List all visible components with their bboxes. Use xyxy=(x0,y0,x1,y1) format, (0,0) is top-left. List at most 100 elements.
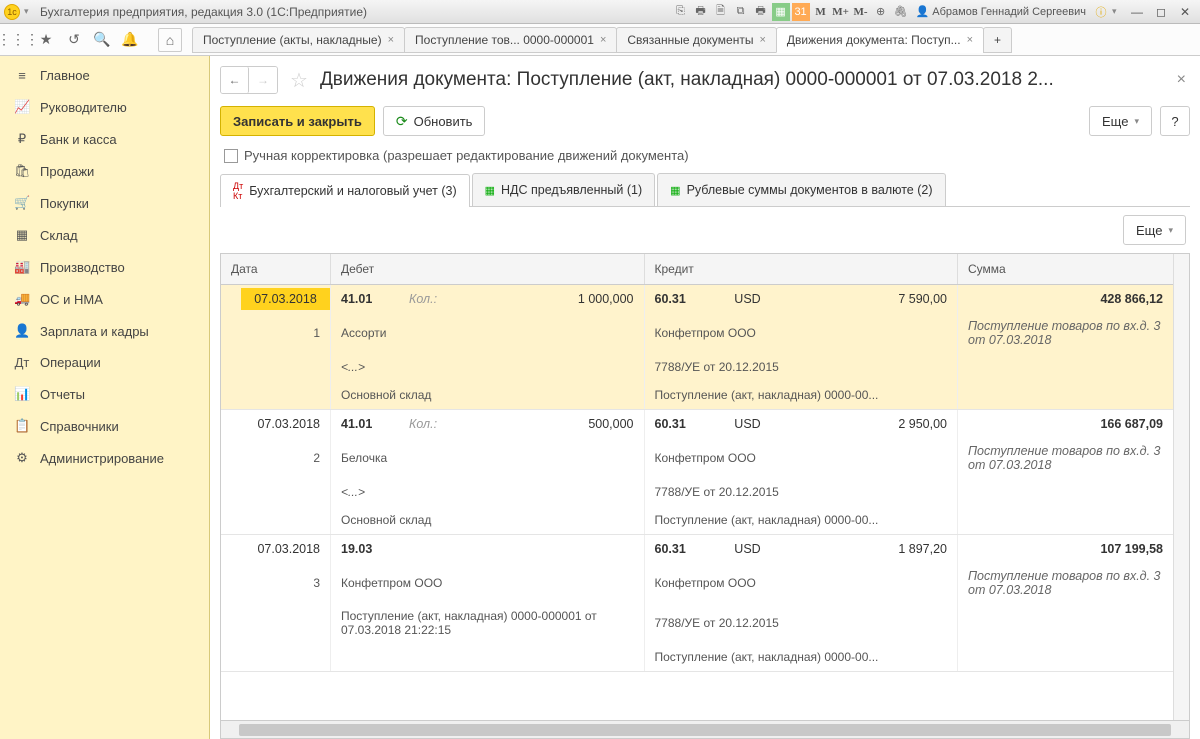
bell-icon[interactable]: 🔔 xyxy=(118,28,142,52)
col-credit[interactable]: Кредит xyxy=(645,254,959,284)
new-tab-button[interactable]: + xyxy=(983,27,1012,53)
forward-button[interactable]: → xyxy=(249,67,277,93)
manual-edit-checkbox[interactable] xyxy=(224,149,238,163)
page-title: Движения документа: Поступление (акт, на… xyxy=(320,69,1167,91)
save-close-button[interactable]: Записать и закрыть xyxy=(220,106,375,136)
sidebar-icon: 🏭 xyxy=(14,259,30,275)
sidebar-label: Справочники xyxy=(40,419,119,434)
link-icon[interactable]: 🖇 xyxy=(892,3,910,21)
sidebar-label: Банк и касса xyxy=(40,132,117,147)
sidebar-label: Отчеты xyxy=(40,387,85,402)
close-tab-icon[interactable]: × xyxy=(600,34,606,46)
home-icon[interactable]: ⌂ xyxy=(158,28,182,52)
sidebar-icon: 🛒 xyxy=(14,195,30,211)
refresh-icon: ⟳ xyxy=(396,113,408,130)
sidebar-label: Руководителю xyxy=(40,100,127,115)
sidebar-label: Операции xyxy=(40,355,101,370)
register-tab[interactable]: ▦НДС предъявленный (1) xyxy=(472,173,656,206)
print-icon[interactable]: 🖶 xyxy=(692,3,710,21)
sidebar-icon: 📈 xyxy=(14,99,30,115)
accounting-grid: Дата Дебет Кредит Сумма 07.03.2018 41.01… xyxy=(220,253,1190,739)
current-user[interactable]: 👤Абрамов Геннадий Сергеевич xyxy=(912,5,1090,18)
m-button[interactable]: M xyxy=(812,3,830,21)
help-button[interactable]: ? xyxy=(1160,106,1190,136)
compare-icon[interactable]: ⧉ xyxy=(732,3,750,21)
document-tab[interactable]: Поступление (акты, накладные)× xyxy=(192,27,405,53)
info-dropdown[interactable]: ▾ xyxy=(1112,6,1124,17)
grid-more-button[interactable]: Еще▾ xyxy=(1123,215,1186,245)
sidebar-item[interactable]: ⚙ Администрирование xyxy=(0,442,209,474)
sidebar-label: Производство xyxy=(40,260,125,275)
close-tab-icon[interactable]: × xyxy=(388,34,394,46)
calendar-icon[interactable]: 31 xyxy=(792,3,810,21)
back-button[interactable]: ← xyxy=(221,67,249,93)
grid-row[interactable]: 07.03.2018 41.01Кол.:1 000,000 60.31USD7… xyxy=(221,285,1173,410)
main-content: ← → ☆ Движения документа: Поступление (а… xyxy=(210,56,1200,739)
grid-row[interactable]: 07.03.2018 19.03 60.31USD1 897,20 107 19… xyxy=(221,535,1173,672)
sidebar-label: Склад xyxy=(40,228,78,243)
sidebar-icon: 📋 xyxy=(14,418,30,434)
sidebar-label: Главное xyxy=(40,68,90,83)
document-tab[interactable]: Движения документа: Поступ...× xyxy=(776,27,984,53)
sidebar-icon: ₽ xyxy=(14,131,30,147)
app-title: Бухгалтерия предприятия, редакция 3.0 (1… xyxy=(40,5,367,19)
sidebar-icon: 🚚 xyxy=(14,291,30,307)
document-tab[interactable]: Связанные документы× xyxy=(616,27,777,53)
col-debit[interactable]: Дебет xyxy=(331,254,645,284)
vertical-scrollbar[interactable] xyxy=(1173,254,1189,720)
zoom-icon[interactable]: ⊕ xyxy=(872,3,890,21)
sidebar-item[interactable]: ▦ Склад xyxy=(0,219,209,251)
m-minus-button[interactable]: M- xyxy=(852,3,870,21)
sidebar-item[interactable]: 👤Зарплата и кадры xyxy=(0,315,209,347)
app-menu-dropdown[interactable]: ▾ xyxy=(24,6,36,17)
sidebar-item[interactable]: 🛍Продажи xyxy=(0,155,209,187)
horizontal-scrollbar[interactable] xyxy=(221,720,1189,738)
close-page-button[interactable]: × xyxy=(1173,71,1190,89)
document-tab[interactable]: Поступление тов... 0000-000001× xyxy=(404,27,617,53)
search-icon[interactable]: 🔍 xyxy=(90,28,114,52)
sidebar-item[interactable]: ДтОперации xyxy=(0,347,209,378)
grid-row[interactable]: 07.03.2018 41.01Кол.:500,000 60.31USD2 9… xyxy=(221,410,1173,535)
sidebar-item[interactable]: ₽ Банк и касса xyxy=(0,123,209,155)
history-icon[interactable]: ↺ xyxy=(62,28,86,52)
close-tab-icon[interactable]: × xyxy=(967,34,973,46)
sidebar-item[interactable]: 🏭 Производство xyxy=(0,251,209,283)
sidebar-item[interactable]: 📊Отчеты xyxy=(0,378,209,410)
doc-icon[interactable]: 🗎 xyxy=(712,3,730,21)
register-tab[interactable]: ▦Рублевые суммы документов в валюте (2) xyxy=(657,173,945,206)
calc-icon[interactable]: ▦ xyxy=(772,3,790,21)
sidebar-item[interactable]: 📋 Справочники xyxy=(0,410,209,442)
manual-edit-label: Ручная корректировка (разрешает редактир… xyxy=(244,148,689,163)
sidebar-item[interactable]: ≡Главное xyxy=(0,60,209,91)
register-tab[interactable]: ДтКтБухгалтерский и налоговый учет (3) xyxy=(220,174,470,207)
m-plus-button[interactable]: M+ xyxy=(832,3,850,21)
refresh-button[interactable]: ⟳Обновить xyxy=(383,106,486,136)
sidebar-icon: ▦ xyxy=(14,227,30,243)
sidebar-icon: ⚙ xyxy=(14,450,30,466)
star-icon[interactable]: ★ xyxy=(34,28,58,52)
close-tab-icon[interactable]: × xyxy=(759,34,765,46)
toolbar-icon[interactable]: ⎘ xyxy=(672,3,690,21)
grid-header: Дата Дебет Кредит Сумма xyxy=(221,254,1173,285)
sidebar-item[interactable]: 📈 Руководителю xyxy=(0,91,209,123)
printer-icon[interactable]: 🖶 xyxy=(752,3,770,21)
col-sum[interactable]: Сумма xyxy=(958,254,1173,284)
sidebar-item[interactable]: 🛒 Покупки xyxy=(0,187,209,219)
sidebar-label: ОС и НМА xyxy=(40,292,103,307)
window-titlebar: 1c ▾ Бухгалтерия предприятия, редакция 3… xyxy=(0,0,1200,24)
maximize-button[interactable]: ◻ xyxy=(1150,3,1172,21)
col-date[interactable]: Дата xyxy=(221,254,331,284)
nav-buttons: ← → xyxy=(220,66,278,94)
favorite-star-icon[interactable]: ☆ xyxy=(284,68,314,93)
sidebar-item[interactable]: 🚚 ОС и НМА xyxy=(0,283,209,315)
grid-body[interactable]: 07.03.2018 41.01Кол.:1 000,000 60.31USD7… xyxy=(221,285,1173,720)
minimize-button[interactable]: — xyxy=(1126,3,1148,21)
apps-icon[interactable]: ⋮⋮⋮ xyxy=(6,28,30,52)
sidebar-label: Администрирование xyxy=(40,451,164,466)
more-button[interactable]: Еще▾ xyxy=(1089,106,1152,136)
info-icon[interactable]: ⓘ xyxy=(1092,3,1110,21)
sidebar-icon: 🛍 xyxy=(14,163,30,179)
close-button[interactable]: ✕ xyxy=(1174,3,1196,21)
navigation-sidebar: ≡Главное 📈 Руководителю ₽ Банк и касса 🛍Прода… xyxy=(0,56,210,739)
sidebar-label: Покупки xyxy=(40,196,89,211)
